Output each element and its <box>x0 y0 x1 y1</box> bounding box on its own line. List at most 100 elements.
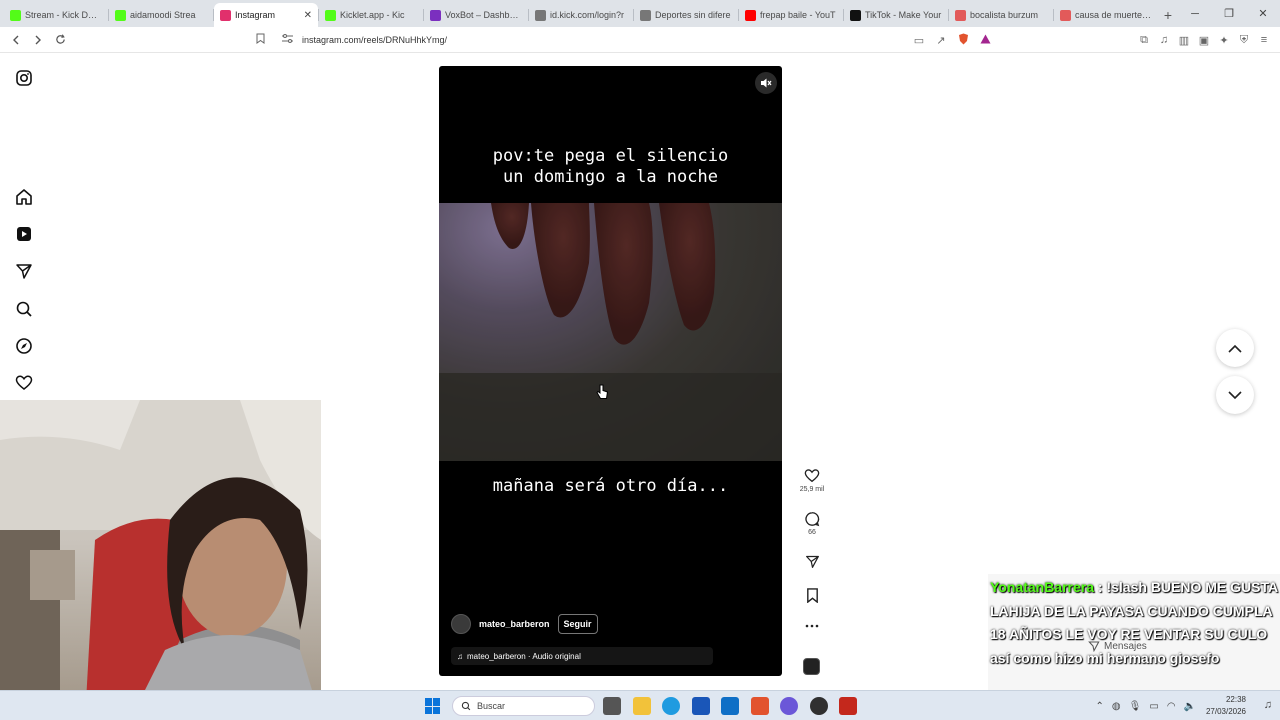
browser-tab[interactable]: aidamoodi Strea <box>109 3 213 27</box>
mute-button[interactable] <box>755 72 777 94</box>
comment-icon[interactable] <box>804 511 820 527</box>
like-heart-icon[interactable] <box>804 468 820 484</box>
cast-icon[interactable]: ▭ <box>908 34 930 47</box>
share-send-icon[interactable] <box>805 554 820 569</box>
tab-label: frepap baile - YouT <box>760 10 836 20</box>
more-action <box>796 624 828 628</box>
browser-tab[interactable]: VoxBot – Dashboar <box>424 3 528 27</box>
url-text[interactable]: instagram.com/reels/DRNuHhkYmg/ <box>302 35 908 45</box>
back-button[interactable] <box>6 30 26 50</box>
chat-username: YonatanBarrera <box>990 579 1095 595</box>
wifi-icon[interactable]: ◠ <box>1167 701 1176 712</box>
browser-tab[interactable]: TikTok - Make Your <box>844 3 948 27</box>
close-tab-icon[interactable]: ✕ <box>304 10 312 21</box>
browser-tab[interactable]: causa de muerte de <box>1054 3 1158 27</box>
chat-message: YonatanBarrera : !slash BUENO ME GUSTA L… <box>990 576 1278 670</box>
hand-cursor-icon <box>596 384 609 399</box>
explore-icon[interactable] <box>15 337 33 355</box>
taskbar-search[interactable]: Buscar <box>452 696 595 716</box>
tab-favicon-icon <box>640 9 651 21</box>
more-options-icon[interactable] <box>805 624 819 628</box>
messages-send-icon[interactable] <box>15 262 33 280</box>
reel-bottom-caption: mañana será otro día... <box>492 476 729 496</box>
sidebar-icon[interactable]: ▥ <box>1174 34 1194 47</box>
wallet-icon[interactable]: ▣ <box>1194 34 1214 47</box>
discord-icon[interactable] <box>780 697 798 715</box>
brave-taskbar-icon[interactable] <box>751 697 769 715</box>
browser-tab[interactable]: Instagram ✕ <box>214 3 318 27</box>
browser-tab[interactable]: id.kick.com/login?r <box>529 3 633 27</box>
display-icon[interactable]: ▭ <box>1149 701 1158 712</box>
search-icon[interactable] <box>15 300 33 318</box>
clock-time: 22:38 <box>1225 695 1246 704</box>
store-icon[interactable] <box>692 697 710 715</box>
video-frame-art <box>439 203 782 461</box>
browser-tab[interactable]: bocalista burzum <box>949 3 1053 27</box>
minimize-button[interactable]: ─ <box>1178 0 1212 27</box>
maximize-button[interactable]: ❐ <box>1212 0 1246 27</box>
save-bookmark-icon[interactable] <box>806 588 819 603</box>
reel-video-frame[interactable] <box>439 203 782 461</box>
notification-bell-icon[interactable]: ♫ <box>1264 699 1272 711</box>
obs-icon[interactable] <box>810 697 828 715</box>
taskbar-search-placeholder: Buscar <box>477 701 506 711</box>
tab-favicon-icon <box>115 9 126 21</box>
browser-tab[interactable]: Stream - Kick Dashb <box>4 3 108 27</box>
edge-icon[interactable] <box>662 697 680 715</box>
outlook-icon[interactable] <box>721 697 739 715</box>
tab-label: aidamoodi Strea <box>130 10 196 20</box>
share-icon[interactable]: ↗ <box>930 34 952 47</box>
audio-thumbnail[interactable] <box>803 658 820 675</box>
taskbar-clock[interactable]: 22:38 27/03/2026 <box>1206 694 1246 718</box>
site-settings-icon[interactable] <box>282 34 294 46</box>
previous-reel-button[interactable] <box>1216 329 1254 367</box>
instagram-logo-icon[interactable] <box>15 69 33 87</box>
browser-tab[interactable]: frepap baile - YouT <box>739 3 843 27</box>
brave-rewards-icon[interactable] <box>974 34 996 47</box>
comment-action: 66 <box>796 511 828 536</box>
tab-favicon-icon <box>220 9 231 21</box>
brave-shields-icon[interactable] <box>952 33 974 48</box>
bookmark-icon[interactable] <box>256 33 268 47</box>
messages-label: Mensajes <box>1104 640 1147 652</box>
search-icon-taskbar <box>461 701 471 711</box>
notifications-heart-icon[interactable] <box>15 374 33 392</box>
task-view-icon[interactable] <box>603 697 621 715</box>
reel-top-caption-line1: pov:te pega el silencio <box>492 146 729 166</box>
reload-button[interactable] <box>50 30 70 50</box>
volume-icon[interactable]: 🔈 <box>1184 701 1196 712</box>
webcam-feed-art <box>0 400 321 720</box>
app-icon-red[interactable] <box>839 697 857 715</box>
messages-button[interactable]: Mensajes <box>1088 640 1147 652</box>
media-icon[interactable]: ♫ <box>1154 34 1174 46</box>
browser-tab-strip: Stream - Kick Dashb aidamoodi Strea Instag… <box>0 0 1280 27</box>
network-icon[interactable]: ◍ <box>1112 701 1121 712</box>
new-tab-button[interactable]: + <box>1158 3 1178 27</box>
forward-button[interactable] <box>28 30 48 50</box>
stream-chat-overlay: YonatanBarrera : !slash BUENO ME GUSTA L… <box>988 574 1280 691</box>
comment-count: 66 <box>808 529 816 536</box>
browser-right-tools: ⧉ ♫ ▥ ▣ ✦ ⛨ ≡ <box>1134 30 1274 50</box>
browser-tab[interactable]: Deportes sin difere <box>634 3 738 27</box>
messages-send-icon-small <box>1088 641 1100 652</box>
vpn-icon[interactable]: ⛨ <box>1234 34 1254 47</box>
author-username[interactable]: mateo_barberon <box>479 619 550 629</box>
reels-icon[interactable] <box>15 225 33 243</box>
address-bar[interactable]: instagram.com/reels/DRNuHhkYmg/ ▭ ↗ <box>256 30 996 50</box>
start-button[interactable] <box>425 698 441 714</box>
reel-video-player[interactable]: pov:te pega el silencio un domingo a la … <box>439 66 782 676</box>
picture-in-picture-icon[interactable]: ⧉ <box>1134 34 1154 47</box>
tray-overflow-icon[interactable]: ⌃ <box>1096 701 1104 712</box>
close-window-button[interactable]: ✕ <box>1246 0 1280 27</box>
browser-tab[interactable]: Kicklet.app - Kic <box>319 3 423 27</box>
next-reel-button[interactable] <box>1216 376 1254 414</box>
follow-button[interactable]: Seguir <box>557 614 598 634</box>
reel-audio-link[interactable]: ♫ mateo_barberon · Audio original <box>451 647 713 665</box>
tab-label: Kicklet.app - Kic <box>340 10 405 20</box>
author-avatar[interactable] <box>451 614 471 634</box>
extensions-icon[interactable]: ✦ <box>1214 34 1234 47</box>
home-icon[interactable] <box>15 188 33 206</box>
menu-icon[interactable]: ≡ <box>1254 34 1274 46</box>
file-explorer-icon[interactable] <box>633 697 651 715</box>
microphone-icon[interactable]: 🎙 <box>1129 701 1142 712</box>
